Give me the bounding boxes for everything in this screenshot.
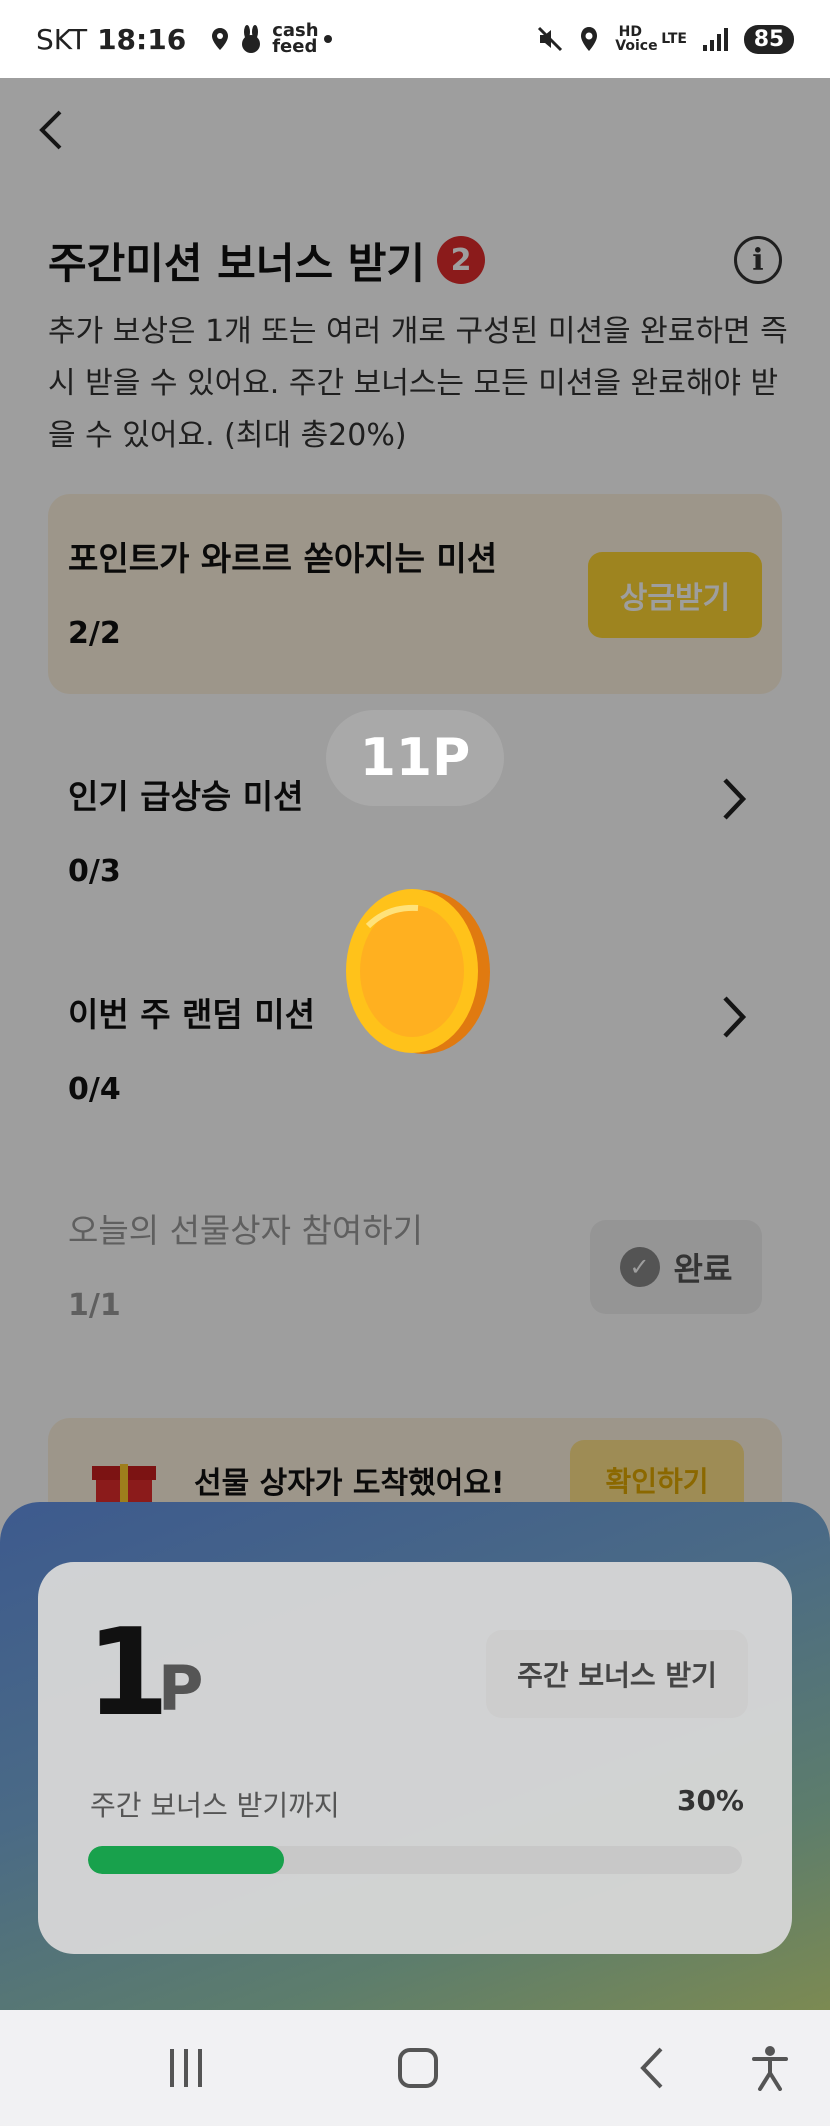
points-card: 1 P 주간 보너스 받기 주간 보너스 받기까지 30% [38, 1562, 792, 1954]
points-unit: P [158, 1652, 204, 1725]
recents-icon[interactable] [146, 2036, 226, 2100]
hd-voice-icon: HD Voice [615, 24, 658, 54]
carrier-label: SKT [36, 22, 88, 56]
coin-icon [346, 889, 490, 1054]
notification-dot-icon [324, 35, 333, 43]
clock: 18:16 [97, 22, 187, 56]
progress-bar [88, 1846, 742, 1874]
system-nav-bar [0, 2010, 830, 2126]
signal-icon [703, 27, 728, 51]
battery-indicator: 85 [744, 24, 794, 54]
progress-fill [88, 1846, 285, 1874]
bottom-sheet: 1 P 주간 보너스 받기 주간 보너스 받기까지 30% [0, 1502, 830, 2010]
progress-label: 주간 보너스 받기까지 [90, 1789, 340, 1822]
back-icon[interactable] [612, 2036, 692, 2100]
earned-points-popup: 11P [326, 710, 504, 806]
home-icon[interactable] [378, 2036, 458, 2100]
progress-percent: 30% [676, 1784, 744, 1817]
location-pin-icon [212, 28, 229, 50]
rabbit-app-icon [242, 25, 261, 53]
lte-icon: LTE [661, 31, 687, 47]
points-value: 1 [86, 1604, 170, 1743]
location-icon [581, 27, 598, 51]
mute-vibrate-icon [538, 26, 563, 52]
weekly-bonus-button[interactable]: 주간 보너스 받기 [486, 1630, 748, 1718]
accessibility-icon[interactable] [740, 2036, 800, 2100]
status-bar: SKT 18:16 cash feed HD Voice LTE 85 [0, 0, 830, 78]
cashfeed-app-icon: cash feed [272, 20, 319, 57]
